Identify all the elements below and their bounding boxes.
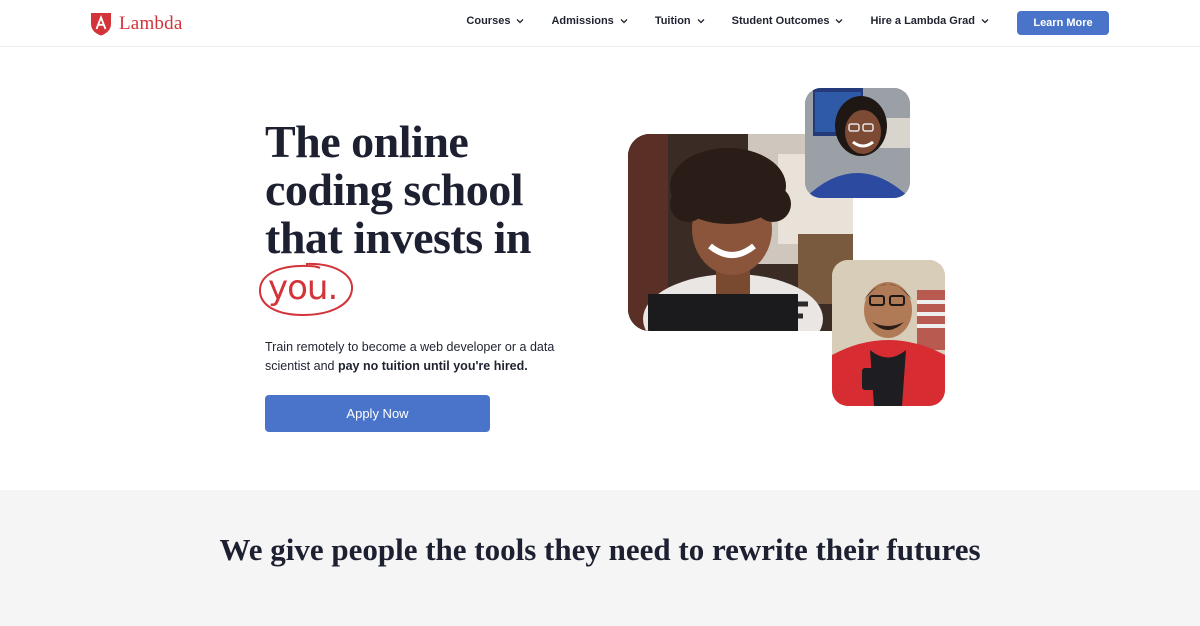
top-navigation: Lambda Courses Admissions Tuition Studen…: [0, 0, 1200, 47]
nav-item-tuition[interactable]: Tuition: [655, 15, 705, 27]
chevron-down-icon: [835, 19, 843, 24]
lambda-shield-icon: [91, 13, 111, 36]
mission-section-title: We give people the tools they need to re…: [219, 532, 981, 567]
highlight-word: you.: [268, 268, 338, 308]
nav-item-label: Admissions: [551, 15, 614, 27]
learn-more-button[interactable]: Learn More: [1017, 11, 1109, 35]
student-man-hoodie-illustration: [832, 260, 945, 406]
hero-title: The online coding school that invests in: [265, 116, 531, 263]
nav-item-student-outcomes[interactable]: Student Outcomes: [732, 15, 844, 27]
apply-now-button[interactable]: Apply Now: [265, 395, 490, 432]
student-photo-top: [805, 88, 910, 198]
nav-item-courses[interactable]: Courses: [466, 15, 524, 27]
chevron-down-icon: [620, 19, 628, 24]
brand-name: Lambda: [119, 13, 183, 34]
nav-menu: Courses Admissions Tuition Student Outco…: [439, 15, 989, 27]
hero-title-highlight: you.: [256, 260, 356, 318]
nav-item-label: Courses: [466, 15, 511, 27]
nav-item-label: Student Outcomes: [731, 15, 830, 27]
chevron-down-icon: [697, 19, 705, 24]
student-woman-glasses-illustration: [805, 88, 910, 198]
hero-subtitle-emphasis: pay no tuition until you're hired.: [337, 359, 528, 373]
chevron-down-icon: [516, 19, 524, 24]
nav-item-label: Hire a Lambda Grad: [870, 15, 975, 27]
student-photo-bottom: [832, 260, 945, 406]
nav-item-admissions[interactable]: Admissions: [551, 15, 628, 27]
lambda-logo[interactable]: Lambda: [90, 12, 182, 36]
hero-subtitle: Train remotely to become a web developer…: [265, 338, 585, 376]
chevron-down-icon: [981, 19, 989, 24]
nav-item-hire-a-lambda-grad[interactable]: Hire a Lambda Grad: [870, 15, 989, 27]
nav-item-label: Tuition: [654, 15, 691, 27]
